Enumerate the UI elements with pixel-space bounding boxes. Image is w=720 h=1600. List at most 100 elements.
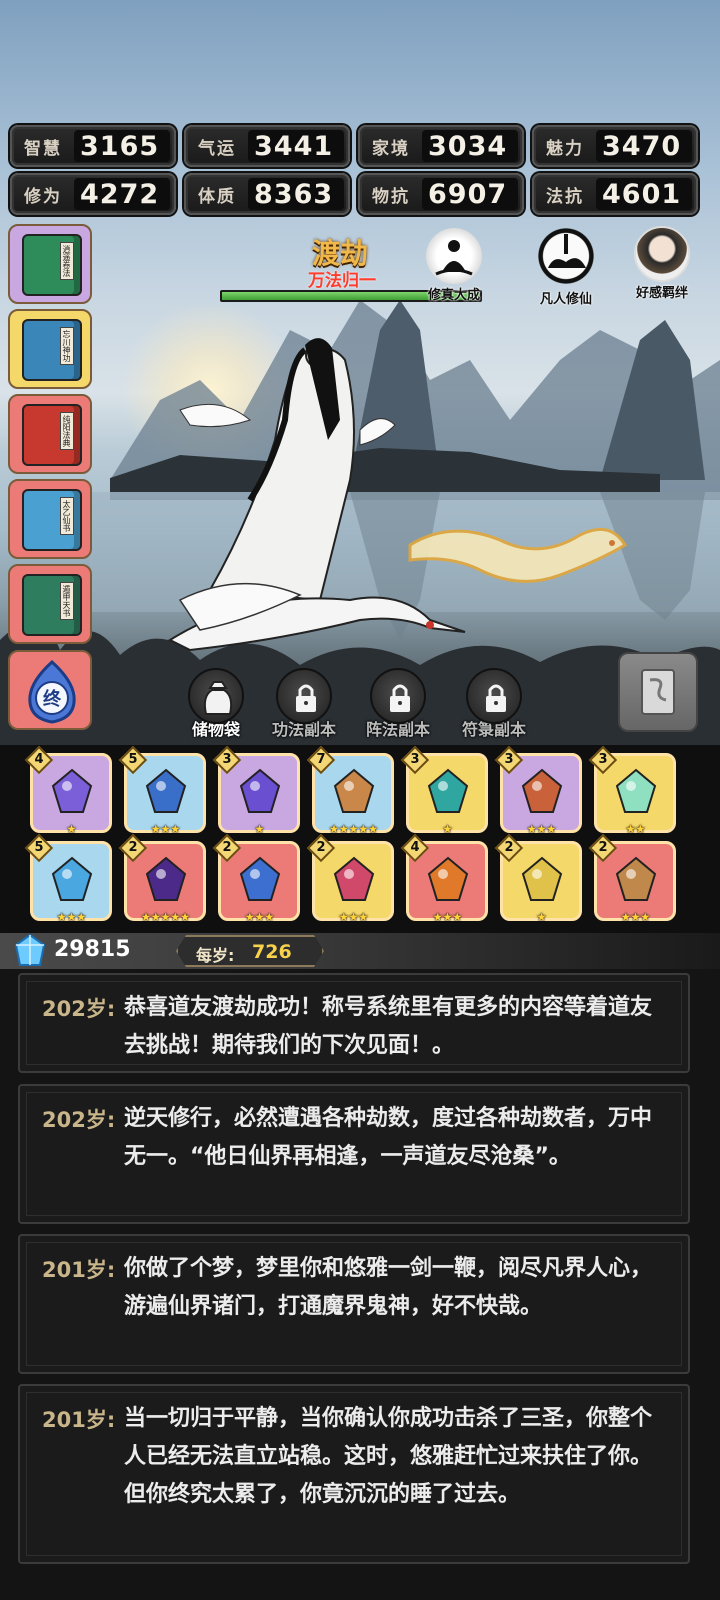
phoenix-bowl-icon [333,856,375,901]
log-entry: 201岁: 当一切归于平静，当你确认你成功击杀了三圣，你整个人已经无法直立站稳。… [18,1384,690,1564]
log-text: 你做了个梦，梦里你和悠雅一剑一鞭，阅尽凡界人心，游遍仙界诸门，打通魔界鬼神，好不… [124,1256,653,1319]
inventory-slot[interactable]: 3 ★ [400,745,488,836]
log-text: 恭喜道友渡劫成功！称号系统里有更多的内容等着道友去挑战！期待我们的下次见面！。 [124,995,653,1058]
income-rate-label: 每岁: [196,946,235,965]
item-star-rating: ★★★ [150,822,180,836]
top-icon-affinity[interactable]: 好感羁绊 [622,226,702,301]
inventory-slot[interactable]: 3 ★★ [588,745,676,836]
tab-talisman-dungeon[interactable]: 符箓副本 [452,668,536,740]
battle-scene [0,0,720,755]
stat-label: 气运 [198,138,236,159]
gem-amount: 29815 [54,937,131,962]
meditating-sage-icon [426,228,482,284]
item-count: 3 [598,752,608,767]
log-entry: 201岁: 你做了个梦，梦里你和悠雅一剑一鞭，阅尽凡界人心，游遍仙界诸门，打通魔… [18,1234,690,1374]
stat-physique: 体质 8363 [184,173,350,215]
inventory-slot[interactable]: 7 ★★★★★ [306,745,394,836]
item-star-rating: ★ [66,822,77,836]
item-count: 5 [34,840,44,855]
top-icon-immortal[interactable]: 凡人修仙 [520,224,612,307]
tab-technique-dungeon[interactable]: 功法副本 [262,668,346,740]
income-rate-box: 每岁: 726 [176,935,324,967]
item-star-rating: ★★★★★ [328,822,379,836]
stat-magic-resist: 法抗 4601 [532,173,698,215]
gourd-icon [521,768,563,813]
inventory-slot[interactable]: 4 ★ [24,745,112,836]
technique-book-title: 纯阳法典 [60,412,74,450]
item-count: 2 [128,840,138,855]
item-count: 4 [410,840,420,855]
item-count: 3 [222,752,232,767]
end-button[interactable]: 终 [8,650,92,730]
end-label: 终 [43,688,62,710]
stat-wisdom: 智慧 3165 [10,125,176,167]
boss-subtitle: 万法归一 [308,271,376,291]
stat-value: 8363 [248,178,344,210]
stat-value: 3441 [248,130,344,162]
lock-icon [276,668,332,724]
jade-sword-icon [427,768,469,813]
stat-label: 智慧 [24,138,62,159]
stat-label: 魅力 [546,138,584,159]
item-star-rating: ★★★★★ [140,910,191,924]
stat-value: 4272 [74,178,170,210]
technique-book-2[interactable]: 忘川神功 [8,309,92,389]
stat-family: 家境 3034 [358,125,524,167]
lock-icon [370,668,426,724]
item-count: 3 [410,752,420,767]
inventory-slot[interactable]: 2 ★★★ [306,833,394,924]
technique-book-3[interactable]: 纯阳法典 [8,394,92,474]
item-count: 7 [316,752,326,767]
inventory-slot[interactable]: 2 ★★★ [588,833,676,924]
log-entry: 202岁: 逆天修行，必然遭遇各种劫数，度过各种劫数者，万中无一。“他日仙界再相… [18,1084,690,1224]
item-count: 3 [504,752,514,767]
technique-book-title: 逍遥卷法 [60,242,74,280]
item-count: 2 [598,840,608,855]
technique-book-title: 忘川神功 [60,327,74,365]
technique-book-title: 遁甲天书 [60,582,74,620]
spear-icon [615,856,657,901]
dagger-icon [239,856,281,901]
golden-staff-icon [521,856,563,901]
log-age: 202岁: [42,997,116,1021]
inventory-slot[interactable]: 5 ★★★ [118,745,206,836]
stat-label: 物抗 [372,186,410,207]
stat-value: 3034 [422,130,518,162]
log-age: 202岁: [42,1108,116,1132]
companion-portrait-icon [634,226,690,282]
stat-label: 家境 [372,138,410,159]
item-count: 2 [504,840,514,855]
tab-formation-dungeon[interactable]: 阵法副本 [356,668,440,740]
log-age: 201岁: [42,1408,116,1432]
inventory-slot[interactable]: 2 ★★★ [212,833,300,924]
stat-charm: 魅力 3470 [532,125,698,167]
item-star-rating: ★★★ [526,822,556,836]
tab-storage-bag[interactable]: 储物袋 [174,668,258,740]
inventory-grid: 4 ★ 5 ★★★ 3 ★ 7 ★★★★★ 3 ★ 3 ★★★ 3 ★★ 5 ★★★ 2 ★★★★★ 2 ★★★ 2 ★★… [0,745,720,933]
top-icon-label: 凡人修仙 [539,292,592,307]
stat-value: 3165 [74,130,170,162]
stat-value: 4601 [596,178,692,210]
inventory-slot[interactable]: 3 ★ [212,745,300,836]
item-star-rating: ★★★ [244,910,274,924]
top-icon-master[interactable]: 修真大成 [414,228,494,303]
technique-book-title: 太乙仙书 [60,497,74,535]
technique-book-1[interactable]: 逍遥卷法 [8,224,92,304]
inventory-slot[interactable]: 2 ★ [494,833,582,924]
inventory-slot[interactable]: 4 ★★★ [400,833,488,924]
crystal-icon [615,768,657,813]
technique-book-5[interactable]: 遁甲天书 [8,564,92,644]
stat-label: 法抗 [546,186,584,207]
top-icon-label: 修真大成 [427,288,480,303]
stat-value: 3470 [596,130,692,162]
inventory-slot[interactable]: 5 ★★★ [24,833,112,924]
inventory-slot[interactable]: 3 ★★★ [494,745,582,836]
log-entry: 202岁: 恭喜道友渡劫成功！称号系统里有更多的内容等着道友去挑战！期待我们的下… [18,973,690,1073]
technique-book-4[interactable]: 太乙仙书 [8,479,92,559]
cauldron-icon [427,856,469,901]
stat-label: 修为 [24,186,62,207]
scroll-button[interactable] [618,652,698,732]
top-icon-label: 好感羁绊 [635,286,688,301]
inventory-slot[interactable]: 2 ★★★★★ [118,833,206,924]
item-star-rating: ★★★ [56,910,86,924]
